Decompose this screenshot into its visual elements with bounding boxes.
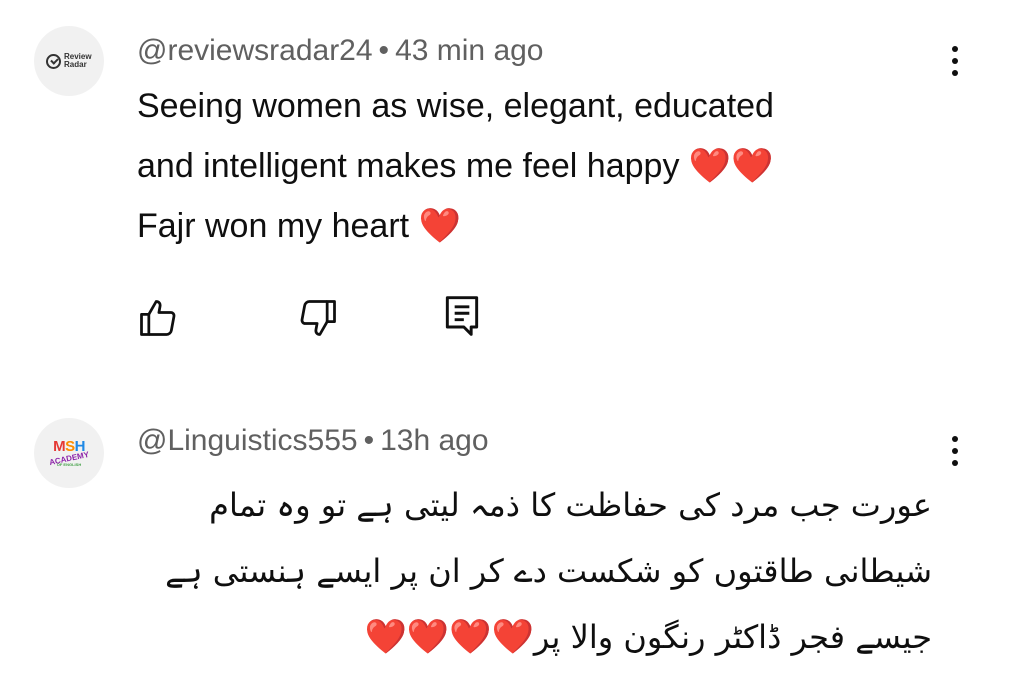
thumbs-down-icon: [300, 300, 336, 336]
more-vert-icon[interactable]: [935, 36, 975, 86]
author-name[interactable]: @reviewsradar24: [137, 34, 373, 67]
review-radar-logo-icon: [46, 53, 61, 69]
comment-line: جیسے فجر ڈاکٹر رنگون والا پر❤️❤️❤️❤️: [364, 617, 932, 657]
comment-line: شیطانی طاقتوں کو شکست دے کر ان پر ایسے ہ…: [165, 552, 932, 590]
comment-item: Review Radar @reviewsradar24 • 43 min ago …: [0, 0, 1024, 370]
comment-timestamp[interactable]: 43 min ago: [395, 34, 543, 67]
avatar[interactable]: Review Radar: [34, 26, 104, 96]
separator-dot: •: [363, 424, 375, 457]
comment-text: عورت جب مرد کی حفاظت کا ذمہ لیتی ہے تو و…: [132, 472, 932, 670]
comment-line: Seeing women as wise, elegant, educated: [137, 87, 774, 125]
reply-comment-icon: [445, 296, 479, 336]
comment-line: عورت جب مرد کی حفاظت کا ذمہ لیتی ہے تو و…: [209, 486, 932, 524]
avatar-logo-text: Review Radar: [64, 52, 92, 69]
comment-line: and intelligent makes me feel happy ❤️❤️: [137, 146, 774, 186]
mh-academy-logo-icon: MSH ACADEMY OF ENGLISH: [48, 438, 90, 468]
comment-text: Seeing women as wise, elegant, educated …: [137, 76, 774, 256]
separator-dot: •: [378, 34, 390, 67]
more-vert-icon[interactable]: [935, 426, 975, 476]
author-name[interactable]: @Linguistics555: [137, 424, 358, 457]
reply-button[interactable]: [437, 291, 487, 341]
avatar[interactable]: MSH ACADEMY OF ENGLISH: [34, 418, 104, 488]
comment-item: MSH ACADEMY OF ENGLISH @Linguistics555 • 1…: [0, 370, 1024, 700]
comment-header: @Linguistics555 • 13h ago: [137, 424, 489, 458]
heart-emoji: ❤️❤️❤️❤️: [364, 617, 534, 657]
thumbs-up-icon: [140, 300, 176, 336]
comment-timestamp[interactable]: 13h ago: [380, 424, 488, 457]
heart-emoji: ❤️❤️: [688, 146, 774, 186]
comment-header: @reviewsradar24 • 43 min ago: [137, 34, 544, 68]
heart-emoji: ❤️: [418, 206, 461, 246]
comment-line: Fajr won my heart ❤️: [137, 206, 461, 246]
like-button[interactable]: [133, 293, 183, 343]
dislike-button[interactable]: [293, 293, 343, 343]
